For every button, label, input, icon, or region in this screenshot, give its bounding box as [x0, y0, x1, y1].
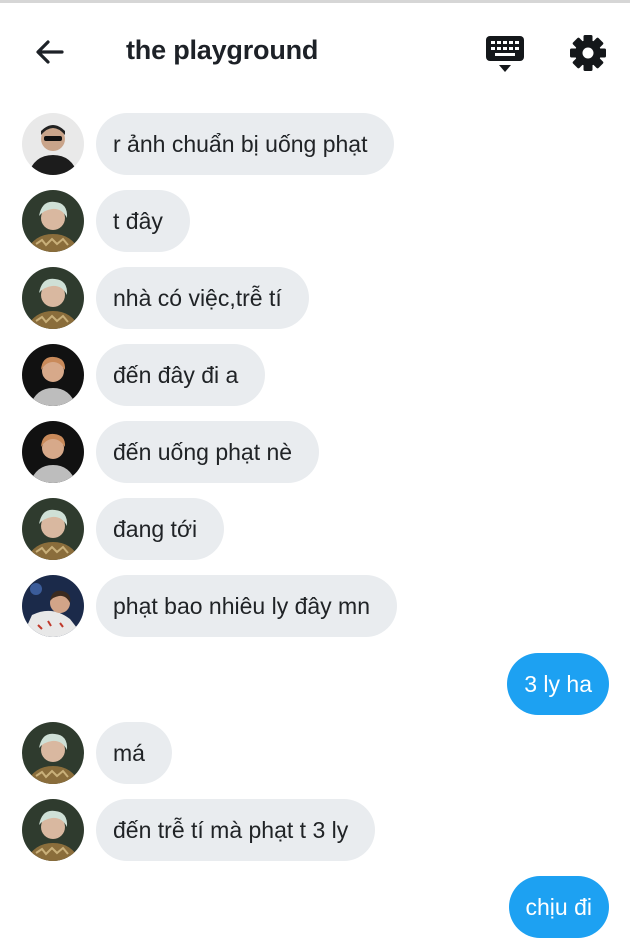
message-bubble[interactable]: đang tới	[96, 498, 225, 560]
message-bubble-outgoing[interactable]: 3 ly ha	[507, 653, 609, 715]
message-row: má	[0, 722, 630, 784]
keyboard-icon[interactable]	[484, 33, 526, 75]
message-row: đến uống phạt nè	[0, 421, 630, 483]
avatar[interactable]	[22, 421, 84, 483]
message-row: phạt bao nhiêu ly đây mn	[0, 575, 630, 637]
message-bubble[interactable]: r ảnh chuẩn bị uống phạt	[96, 113, 395, 175]
message-bubble-outgoing[interactable]: chịu đi	[508, 876, 609, 938]
message-row: t đây	[0, 190, 630, 252]
message-row: nhà có việc,trễ tí	[0, 267, 630, 329]
avatar[interactable]	[22, 190, 84, 252]
message-bubble[interactable]: t đây	[96, 190, 190, 252]
avatar[interactable]	[22, 267, 84, 329]
message-bubble[interactable]: đến trễ tí mà phạt t 3 ly	[96, 799, 376, 861]
message-row: 3 ly ha	[0, 653, 630, 715]
message-bubble[interactable]: nhà có việc,trễ tí	[96, 267, 309, 329]
avatar[interactable]	[22, 575, 84, 637]
message-row: đang tới	[0, 498, 630, 560]
message-row: đến đây đi a	[0, 344, 630, 406]
avatar[interactable]	[22, 722, 84, 784]
message-row: đến trễ tí mà phạt t 3 ly	[0, 799, 630, 861]
message-row: chịu đi	[0, 876, 630, 938]
message-bubble[interactable]: đến uống phạt nè	[96, 421, 320, 483]
message-row: r ảnh chuẩn bị uống phạt	[0, 113, 630, 175]
gear-icon[interactable]	[568, 33, 608, 73]
avatar[interactable]	[22, 344, 84, 406]
conversation-title[interactable]: the playground	[126, 35, 318, 66]
chat-header: the playground	[0, 3, 630, 103]
avatar[interactable]	[22, 799, 84, 861]
avatar[interactable]	[22, 498, 84, 560]
message-bubble[interactable]: má	[96, 722, 172, 784]
arrow-left-icon[interactable]	[32, 34, 68, 70]
avatar[interactable]	[22, 113, 84, 175]
message-bubble[interactable]: đến đây đi a	[96, 344, 266, 406]
message-bubble[interactable]: phạt bao nhiêu ly đây mn	[96, 575, 398, 637]
